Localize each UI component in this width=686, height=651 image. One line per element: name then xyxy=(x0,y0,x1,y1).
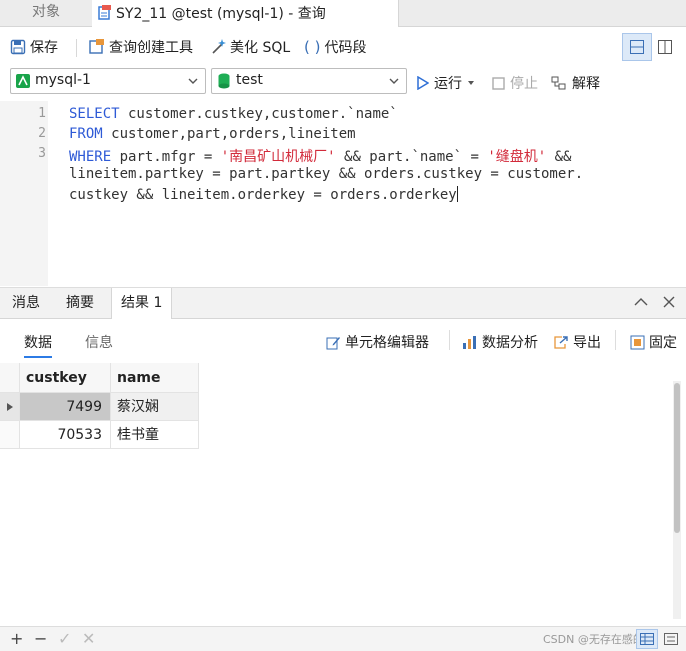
table-cell[interactable]: 70533 xyxy=(20,421,111,449)
run-button[interactable]: 运行 xyxy=(417,73,475,93)
connection-select[interactable]: mysql-1 xyxy=(10,68,206,94)
data-analysis-button[interactable]: 数据分析 xyxy=(462,332,538,352)
grid-status-bar: + − ✓ ✕ CSDN @无存在感的人 xyxy=(0,626,686,651)
result-grid: custkey name 7499 蔡汉娴 70533 桂书童 xyxy=(0,363,686,623)
form-view-icon[interactable] xyxy=(664,633,678,645)
save-button[interactable]: 保存 xyxy=(10,37,58,57)
beautify-sql-label: 美化 SQL xyxy=(230,40,291,56)
save-label: 保存 xyxy=(30,40,58,56)
line-number: 2 xyxy=(38,126,46,141)
discard-changes-icon[interactable]: ✕ xyxy=(82,629,95,648)
stop-icon xyxy=(492,76,505,90)
code-line: FROM customer,part,orders,lineitem xyxy=(69,126,356,142)
explain-button[interactable]: 解释 xyxy=(551,73,600,93)
analysis-icon xyxy=(463,335,476,349)
data-analysis-label: 数据分析 xyxy=(482,335,538,351)
grid-view-button[interactable] xyxy=(636,629,658,649)
tab-summary[interactable]: 摘要 xyxy=(66,288,94,318)
column-header[interactable]: name xyxy=(111,363,199,393)
tab-bar: 对象 SY2_11 @test (mysql-1) - 查询 xyxy=(0,0,686,27)
database-icon xyxy=(218,73,230,89)
code-snippet-label: 代码段 xyxy=(324,40,367,56)
save-icon xyxy=(10,39,26,55)
stop-label: 停止 xyxy=(510,76,538,92)
add-row-icon[interactable]: + xyxy=(10,629,23,648)
edit-pencil-icon xyxy=(326,336,340,349)
tab-messages[interactable]: 消息 xyxy=(12,288,40,318)
line-number: 3 xyxy=(38,146,46,161)
query-builder-icon xyxy=(89,39,104,54)
pin-button[interactable]: 固定 xyxy=(630,332,677,352)
column-header[interactable]: custkey xyxy=(20,363,111,393)
text-caret xyxy=(456,186,458,202)
run-label: 运行 xyxy=(434,76,462,92)
close-icon[interactable] xyxy=(663,296,675,308)
main-toolbar: 保存 查询创建工具 美化 SQL ( ) 代码段 xyxy=(0,27,686,63)
table-cell[interactable]: 7499 xyxy=(20,393,111,421)
table-cell[interactable]: 桂书童 xyxy=(111,421,199,449)
query-icon xyxy=(98,5,111,20)
layout-horizontal-button[interactable] xyxy=(622,33,652,61)
code-line: lineitem.partkey = part.partkey && order… xyxy=(69,166,584,182)
cell-editor-label: 单元格编辑器 xyxy=(345,335,429,351)
mysql-connection-icon xyxy=(16,74,30,88)
scrollbar-thumb[interactable] xyxy=(674,383,680,533)
explain-icon xyxy=(551,76,566,89)
row-selector[interactable] xyxy=(0,393,20,421)
line-number: 1 xyxy=(38,106,46,121)
pin-icon xyxy=(630,335,645,349)
split-horizontal-icon xyxy=(630,40,644,54)
layout-vertical-button[interactable] xyxy=(658,40,672,58)
query-builder-label: 查询创建工具 xyxy=(109,40,193,56)
stop-button[interactable]: 停止 xyxy=(492,73,538,93)
code-line: SELECT customer.custkey,customer.`name` xyxy=(69,106,398,122)
toolbar-divider xyxy=(615,330,616,350)
database-value: test xyxy=(236,72,263,88)
explain-label: 解释 xyxy=(572,76,600,92)
caret-down-icon xyxy=(468,81,474,85)
result-tab-bar: 消息 摘要 结果 1 xyxy=(0,287,686,319)
row-header-corner xyxy=(0,363,20,393)
delete-row-icon[interactable]: − xyxy=(34,629,47,648)
beautify-sql-button[interactable]: 美化 SQL xyxy=(210,37,290,57)
code-line: custkey && lineitem.orderkey = orders.or… xyxy=(69,186,458,203)
toolbar-divider xyxy=(76,39,77,57)
magic-wand-icon xyxy=(212,39,226,54)
sql-editor[interactable]: 1 2 3 SELECT customer.custkey,customer.`… xyxy=(0,101,686,286)
query-builder-button[interactable]: 查询创建工具 xyxy=(89,37,193,57)
row-pointer-icon xyxy=(7,403,13,411)
grid-view-icon xyxy=(640,633,654,645)
play-icon xyxy=(417,76,429,90)
code-line: WHERE part.mfgr = '南昌矿山机械厂' && part.`nam… xyxy=(69,149,572,165)
chevron-down-icon xyxy=(389,78,399,84)
export-icon xyxy=(554,335,568,349)
code-snippet-button[interactable]: ( ) 代码段 xyxy=(304,37,366,57)
tab-query-label: SY2_11 @test (mysql-1) - 查询 xyxy=(116,6,326,22)
row-selector[interactable] xyxy=(0,421,20,449)
export-button[interactable]: 导出 xyxy=(553,332,601,352)
apply-changes-icon[interactable]: ✓ xyxy=(58,629,71,648)
cell-editor-button[interactable]: 单元格编辑器 xyxy=(326,332,429,352)
tab-objects[interactable]: 对象 xyxy=(0,0,93,26)
export-label: 导出 xyxy=(573,335,601,351)
toolbar-divider xyxy=(449,330,450,350)
connection-value: mysql-1 xyxy=(35,72,91,88)
split-vertical-icon xyxy=(658,40,672,54)
tab-query[interactable]: SY2_11 @test (mysql-1) - 查询 xyxy=(92,0,399,27)
pin-label: 固定 xyxy=(649,335,677,351)
database-select[interactable]: test xyxy=(211,68,407,94)
tab-result-1[interactable]: 结果 1 xyxy=(111,288,173,319)
parentheses-icon: ( ) xyxy=(304,38,321,56)
table-cell[interactable]: 蔡汉娴 xyxy=(111,393,199,421)
chevron-down-icon xyxy=(188,78,198,84)
info-view-tab[interactable]: 信息 xyxy=(85,332,113,352)
vertical-scrollbar[interactable] xyxy=(673,381,681,619)
line-number-gutter: 1 2 3 xyxy=(0,101,48,286)
chevron-up-icon[interactable] xyxy=(634,297,648,307)
data-view-tab[interactable]: 数据 xyxy=(24,332,52,358)
